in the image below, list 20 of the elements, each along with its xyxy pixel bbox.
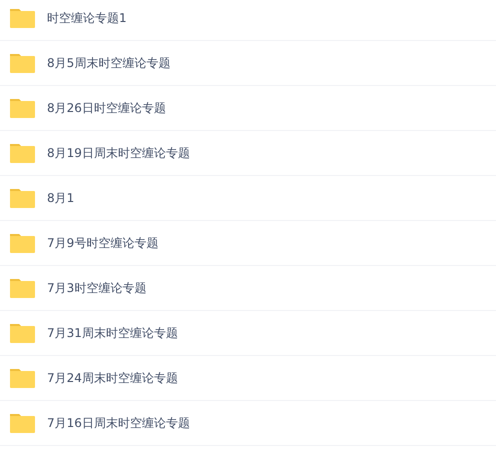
folder-icon bbox=[9, 52, 36, 74]
folder-name[interactable]: 7月16日周末时空缠论专题 bbox=[47, 414, 190, 432]
folder-icon bbox=[9, 7, 36, 29]
folder-icon bbox=[9, 232, 36, 254]
folder-name[interactable]: 7月31周末时空缠论专题 bbox=[47, 324, 178, 342]
folder-icon bbox=[9, 322, 36, 344]
folder-name[interactable]: 7月24周末时空缠论专题 bbox=[47, 370, 178, 386]
folder-name[interactable]: 7月3时空缠论专题 bbox=[47, 280, 146, 296]
folder-icon bbox=[9, 97, 36, 119]
folder-icon bbox=[9, 142, 36, 164]
folder-name[interactable]: 8月5周末时空缠论专题 bbox=[47, 54, 170, 72]
folder-icon bbox=[9, 187, 36, 209]
folder-name[interactable]: 8月26日时空缠论专题 bbox=[47, 100, 166, 116]
folder-icon bbox=[9, 412, 36, 434]
folder-icon bbox=[9, 367, 36, 389]
folder-name[interactable]: 时空缠论专题1 bbox=[47, 10, 127, 26]
folder-icon bbox=[9, 277, 36, 299]
folder-name[interactable]: 8月19日周末时空缠论专题 bbox=[47, 144, 190, 162]
folder-name[interactable]: 7月9号时空缠论专题 bbox=[47, 234, 158, 252]
folder-name[interactable]: 8月1 bbox=[47, 190, 74, 206]
